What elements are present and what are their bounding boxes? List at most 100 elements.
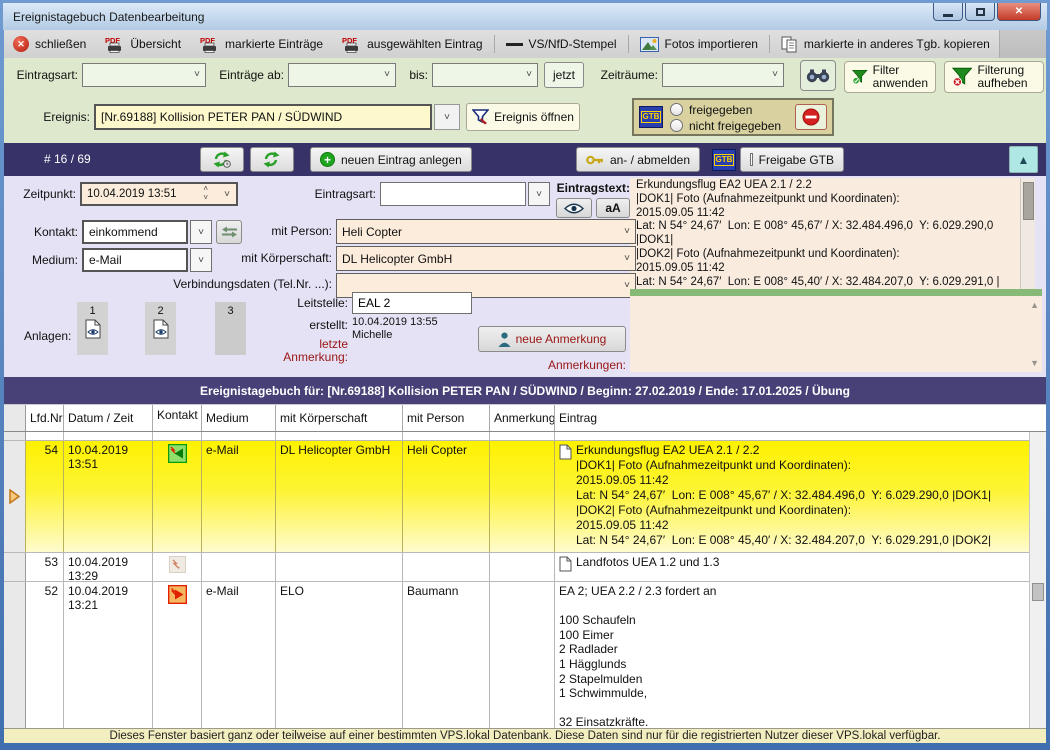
apply-filter-button[interactable]: Filter anwenden xyxy=(844,61,936,93)
kontakt-combo[interactable]: einkommend xyxy=(82,220,188,244)
copy-pages-icon xyxy=(781,36,798,53)
jetzt-button[interactable]: jetzt xyxy=(544,62,584,88)
anlage-1-slot[interactable]: 1 xyxy=(77,302,108,355)
not-released-radio[interactable] xyxy=(670,119,683,132)
medium-combo-arrow[interactable]: ˅ xyxy=(190,248,212,272)
entries-to-combo[interactable]: ˅ xyxy=(432,63,538,87)
release-gtb-checkbox[interactable] xyxy=(750,153,753,166)
col-header-koerperschaft[interactable]: mit Körperschaft xyxy=(276,405,403,431)
app-window: Ereignistagebuch Datenbearbeitung ✕ ✕ sc… xyxy=(0,0,1050,750)
collapse-panel-button[interactable]: ▲ xyxy=(1009,146,1038,173)
zeitraeume-combo[interactable]: ˅ xyxy=(662,63,784,87)
col-header-eintrag[interactable]: Eintrag xyxy=(555,405,1046,431)
no-entry-button[interactable] xyxy=(795,104,827,130)
table-scrollbar[interactable] xyxy=(1029,432,1046,728)
zeitpunkt-label: Zeitpunkt: xyxy=(14,186,76,202)
chevron-down-icon: ˅ xyxy=(526,70,532,80)
login-logout-button[interactable]: an- / abmelden xyxy=(576,147,700,172)
filter-panel: Eintragsart: ˅ Einträge ab: ˅ bis: ˅ jet… xyxy=(4,58,1046,143)
chevron-down-icon: ˅ xyxy=(444,112,450,123)
not-released-radio-row: nicht freigegeben xyxy=(670,118,781,133)
person-label: mit Person: xyxy=(240,223,332,239)
toolbar-stamp-button[interactable]: VS/NfD-Stempel xyxy=(497,30,626,58)
kontakt-label: Kontakt: xyxy=(20,224,78,240)
swap-contact-button[interactable] xyxy=(216,220,242,244)
release-gtb-toggle[interactable]: Freigabe GTB xyxy=(740,147,844,172)
open-event-button[interactable]: Ereignis öffnen xyxy=(466,103,580,131)
col-header-person[interactable]: mit Person xyxy=(403,405,490,431)
anlage-2-slot[interactable]: 2 xyxy=(145,302,176,355)
chevron-down-icon: ˅ xyxy=(194,70,200,80)
released-radio[interactable] xyxy=(670,103,683,116)
ereignis-combo[interactable]: [Nr.69188] Kollision PETER PAN / SÜDWIND xyxy=(94,104,432,130)
scroll-up-icon[interactable]: ▲ xyxy=(1030,300,1039,310)
document-eye-icon xyxy=(85,319,101,339)
toolbar-import-photos-button[interactable]: Fotos importieren xyxy=(631,30,767,58)
eintragstext-scrollbar[interactable] xyxy=(1020,178,1035,289)
toolbar-pdf-selected-button[interactable]: PDF ausgewählten Eintrag xyxy=(332,30,491,58)
col-header-lfdnr[interactable]: Lfd.Nr. xyxy=(26,405,64,431)
search-button[interactable] xyxy=(800,60,836,91)
entries-from-combo[interactable]: ˅ xyxy=(288,63,396,87)
toolbar-pdf-overview-button[interactable]: PDF Übersicht xyxy=(95,30,190,58)
eintragsart-filter-combo[interactable]: ˅ xyxy=(82,63,206,87)
stamp-dash-icon xyxy=(506,43,523,46)
ereignis-label: Ereignis: xyxy=(34,109,90,125)
eintragsart-combo-arrow[interactable]: ˅ xyxy=(528,182,550,206)
gtb-release-group: GTB freigegeben nicht freigegeben xyxy=(632,98,834,136)
col-header-anmerkung[interactable]: Anmerkung v. xyxy=(490,405,555,431)
person-combo[interactable]: Heli Copter˅ xyxy=(336,219,636,244)
refresh-button[interactable] xyxy=(250,147,294,172)
medium-combo[interactable]: e-Mail xyxy=(82,248,188,272)
chevron-down-icon[interactable]: ˅ xyxy=(224,189,230,200)
leitstelle-label: Leitstelle: xyxy=(284,295,348,311)
toolbar-pdf-marked-button[interactable]: PDF markierte Einträge xyxy=(190,30,332,58)
table-row[interactable]: 53 10.04.2019 13:29 Landfotos UEA 1.2 un… xyxy=(4,553,1046,582)
anmerkungen-panel[interactable]: ▲ ▼ xyxy=(630,296,1042,372)
kontakt-combo-arrow[interactable]: ˅ xyxy=(190,220,212,244)
toolbar-separator xyxy=(494,35,495,53)
format-aa-icon: aA xyxy=(605,201,620,215)
col-header-datum[interactable]: Datum / Zeit xyxy=(64,405,153,431)
table-row[interactable]: 52 10.04.2019 13:21 e-Mail ELO Baumann E… xyxy=(4,582,1046,728)
no-entry-icon xyxy=(802,108,820,126)
leitstelle-input[interactable] xyxy=(352,292,472,314)
spinner-icon[interactable]: ˄˅ xyxy=(203,184,208,202)
view-text-button[interactable] xyxy=(556,198,592,218)
format-text-button[interactable]: aA xyxy=(596,198,630,218)
maximize-button[interactable] xyxy=(965,3,995,21)
koerperschaft-combo[interactable]: DL Helicopter GmbH˅ xyxy=(336,246,636,271)
scroll-down-icon[interactable]: ▼ xyxy=(1030,358,1039,368)
outgoing-email-icon xyxy=(168,585,187,604)
toolbar-filler xyxy=(999,30,1046,58)
record-counter: # 16 / 69 xyxy=(44,152,91,166)
col-header-kontakt[interactable]: Kontakt xyxy=(153,405,202,431)
ereignis-combo-arrow[interactable]: ˅ xyxy=(434,104,460,130)
eintragsart-combo[interactable] xyxy=(380,182,526,206)
table-row[interactable]: 54 10.04.2019 13:51 e-Mail DL Helicopter… xyxy=(4,441,1046,553)
filter-clear-icon xyxy=(952,67,972,87)
erstellt-label: erstellt: xyxy=(284,317,348,333)
scrollbar-thumb[interactable] xyxy=(1023,182,1034,220)
anlage-3-slot[interactable]: 3 xyxy=(215,302,246,355)
anlagen-label: Anlagen: xyxy=(24,328,72,344)
clear-filter-button[interactable]: Filterung aufheben xyxy=(944,61,1044,93)
key-icon xyxy=(586,154,604,166)
toolbar-copy-marked-button[interactable]: markierte in anderes Tgb. kopieren xyxy=(772,30,999,58)
close-icon: ✕ xyxy=(1015,6,1023,17)
up-arrow-icon: ▲ xyxy=(1018,153,1030,167)
toolbar-close-button[interactable]: ✕ schließen xyxy=(4,30,95,58)
close-circle-icon: ✕ xyxy=(13,36,29,52)
zeitpunkt-field[interactable]: 10.04.2019 13:51 ˄˅ ˅ xyxy=(80,182,238,206)
incoming-email-icon xyxy=(168,444,187,463)
scrollbar-thumb[interactable] xyxy=(1032,583,1044,601)
plus-icon: + xyxy=(320,152,335,167)
new-remark-button[interactable]: neue Anmerkung xyxy=(478,326,626,352)
minimize-button[interactable] xyxy=(933,3,963,21)
new-entry-button[interactable]: + neuen Eintrag anlegen xyxy=(310,147,472,172)
eintragstext-panel[interactable]: Erkundungsflug EA2 UEA 2.1 / 2.2 |DOK1| … xyxy=(630,178,1020,289)
refresh-time-button[interactable] xyxy=(200,147,244,172)
titlebar: Ereignistagebuch Datenbearbeitung ✕ xyxy=(3,3,1047,30)
col-header-medium[interactable]: Medium xyxy=(202,405,276,431)
close-window-button[interactable]: ✕ xyxy=(997,3,1041,21)
